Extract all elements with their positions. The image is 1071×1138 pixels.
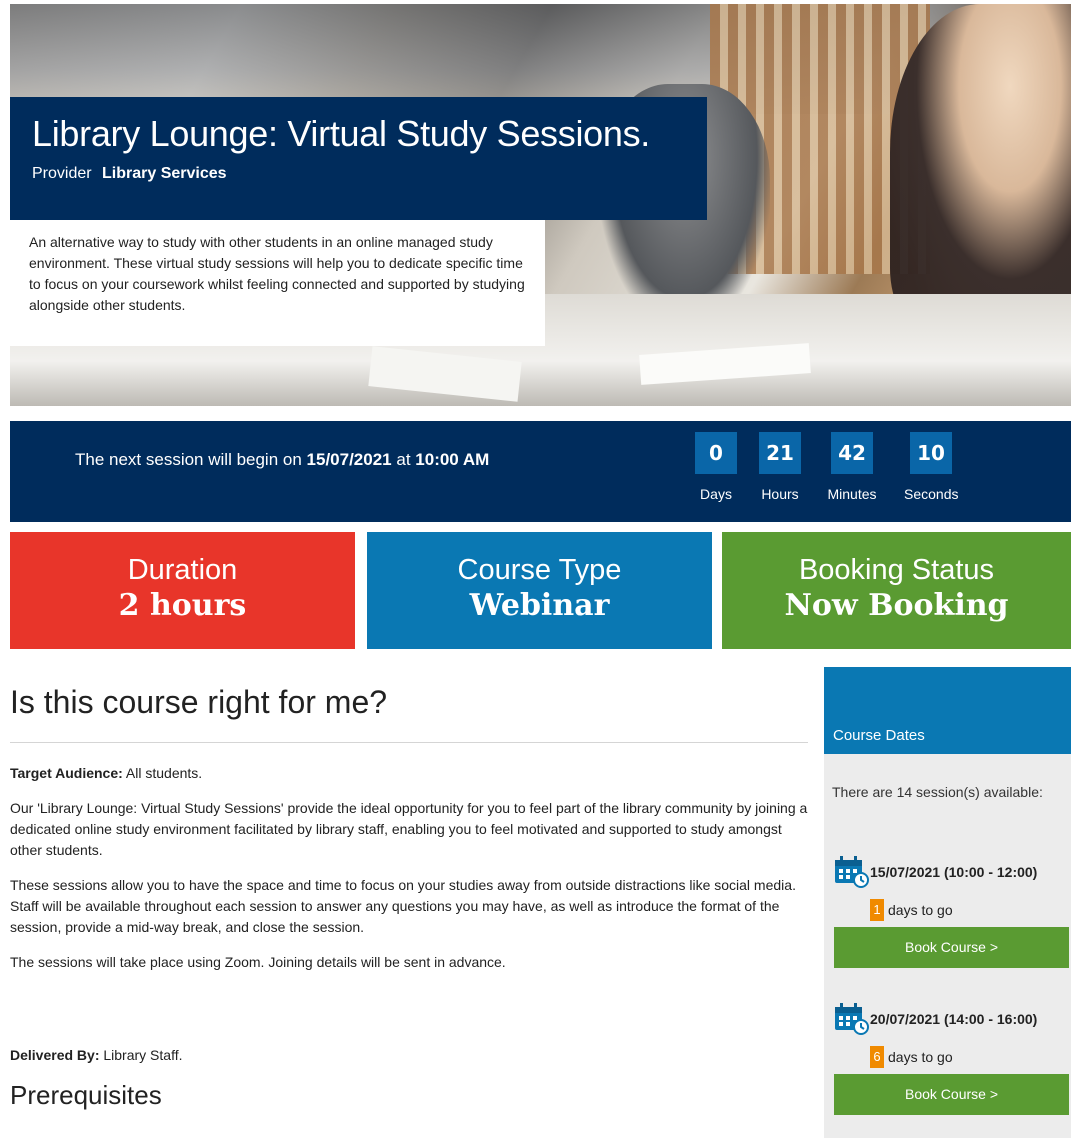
countdown-value: 0 bbox=[695, 432, 737, 474]
calendar-clock-icon bbox=[834, 855, 870, 889]
countdown-value: 21 bbox=[759, 432, 801, 474]
session-item: 15/07/2021 (10:00 - 12:00) 1 days to go … bbox=[834, 855, 1069, 968]
session-item: 20/07/2021 (14:00 - 16:00) 6 days to go … bbox=[834, 1002, 1069, 1115]
countdown-label: Days bbox=[700, 486, 732, 502]
session-date: 15/07/2021 (10:00 - 12:00) bbox=[870, 864, 1038, 880]
days-to-go: 6 days to go bbox=[870, 1046, 1069, 1068]
target-audience-value: All students. bbox=[125, 765, 203, 781]
target-audience-label: Target Audience: bbox=[10, 765, 123, 781]
course-type-label: Course Type bbox=[457, 554, 622, 586]
countdown-label: Seconds bbox=[904, 486, 959, 502]
book-course-button[interactable]: Book Course > bbox=[834, 1074, 1069, 1115]
course-description: An alternative way to study with other s… bbox=[10, 220, 545, 346]
book-course-button[interactable]: Book Course > bbox=[834, 927, 1069, 968]
days-count-badge: 1 bbox=[870, 899, 884, 921]
days-to-go-label: days to go bbox=[888, 902, 953, 918]
prerequisites-heading: Prerequisites bbox=[10, 1080, 162, 1110]
next-session-message: The next session will begin on 15/07/202… bbox=[75, 450, 489, 470]
countdown-bar: The next session will begin on 15/07/202… bbox=[10, 421, 1071, 522]
booking-status-label: Booking Status bbox=[798, 554, 995, 586]
countdown-value: 42 bbox=[831, 432, 873, 474]
provider-name: Library Services bbox=[102, 165, 227, 182]
countdown-days: 0 Days bbox=[689, 432, 743, 502]
duration-value: 2 hours bbox=[118, 588, 247, 623]
delivered-by-value: Library Staff. bbox=[103, 1047, 183, 1063]
provider-label: Provider bbox=[32, 165, 92, 182]
countdown-hours: 21 Hours bbox=[753, 432, 807, 502]
delivered-by-label: Delivered By: bbox=[10, 1047, 100, 1063]
course-type-box: Course Type Webinar bbox=[367, 532, 712, 649]
title-banner: Library Lounge: Virtual Study Sessions. … bbox=[10, 97, 707, 220]
booking-status-value: Now Booking bbox=[784, 588, 1009, 623]
target-audience: Target Audience: All students. bbox=[10, 763, 808, 784]
page-title: Library Lounge: Virtual Study Sessions. bbox=[32, 113, 651, 154]
course-paragraph: The sessions will take place using Zoom.… bbox=[10, 954, 506, 970]
course-dates-sidebar: Course Dates There are 14 session(s) ava… bbox=[824, 667, 1071, 1138]
duration-label: Duration bbox=[127, 554, 238, 586]
countdown-label: Hours bbox=[761, 486, 799, 502]
session-date: 20/07/2021 (14:00 - 16:00) bbox=[870, 1011, 1038, 1027]
session-date-line: 20/07/2021 (14:00 - 16:00) bbox=[834, 1002, 1069, 1036]
calendar-clock-icon bbox=[834, 1002, 870, 1036]
main-content: Is this course right for me? Target Audi… bbox=[10, 680, 808, 1111]
sessions-available-count: There are 14 session(s) available: bbox=[832, 784, 1043, 800]
course-paragraph: These sessions allow you to have the spa… bbox=[10, 877, 796, 935]
days-count-badge: 6 bbox=[870, 1046, 884, 1068]
countdown-label: Minutes bbox=[827, 486, 877, 502]
course-paragraph: Our 'Library Lounge: Virtual Study Sessi… bbox=[10, 800, 808, 858]
hero-person bbox=[890, 4, 1071, 334]
days-to-go-label: days to go bbox=[888, 1049, 953, 1065]
countdown-value: 10 bbox=[910, 432, 952, 474]
next-session-at: at bbox=[396, 450, 411, 469]
section-heading: Is this course right for me? bbox=[10, 680, 808, 743]
course-type-value: Webinar bbox=[469, 588, 610, 623]
duration-box: Duration 2 hours bbox=[10, 532, 355, 649]
provider-line: Provider Library Services bbox=[32, 165, 685, 183]
next-session-time: 10:00 AM bbox=[415, 450, 490, 469]
session-date-line: 15/07/2021 (10:00 - 12:00) bbox=[834, 855, 1069, 889]
course-dates-title: Course Dates bbox=[824, 667, 1071, 754]
countdown-minutes: 42 Minutes bbox=[825, 432, 879, 502]
next-session-prefix: The next session will begin on bbox=[75, 450, 302, 469]
next-session-date: 15/07/2021 bbox=[306, 450, 392, 469]
booking-status-box: Booking Status Now Booking bbox=[722, 532, 1071, 649]
days-to-go: 1 days to go bbox=[870, 899, 1069, 921]
countdown-seconds: 10 Seconds bbox=[904, 432, 958, 502]
delivered-by: Delivered By: Library Staff. bbox=[10, 1045, 808, 1066]
